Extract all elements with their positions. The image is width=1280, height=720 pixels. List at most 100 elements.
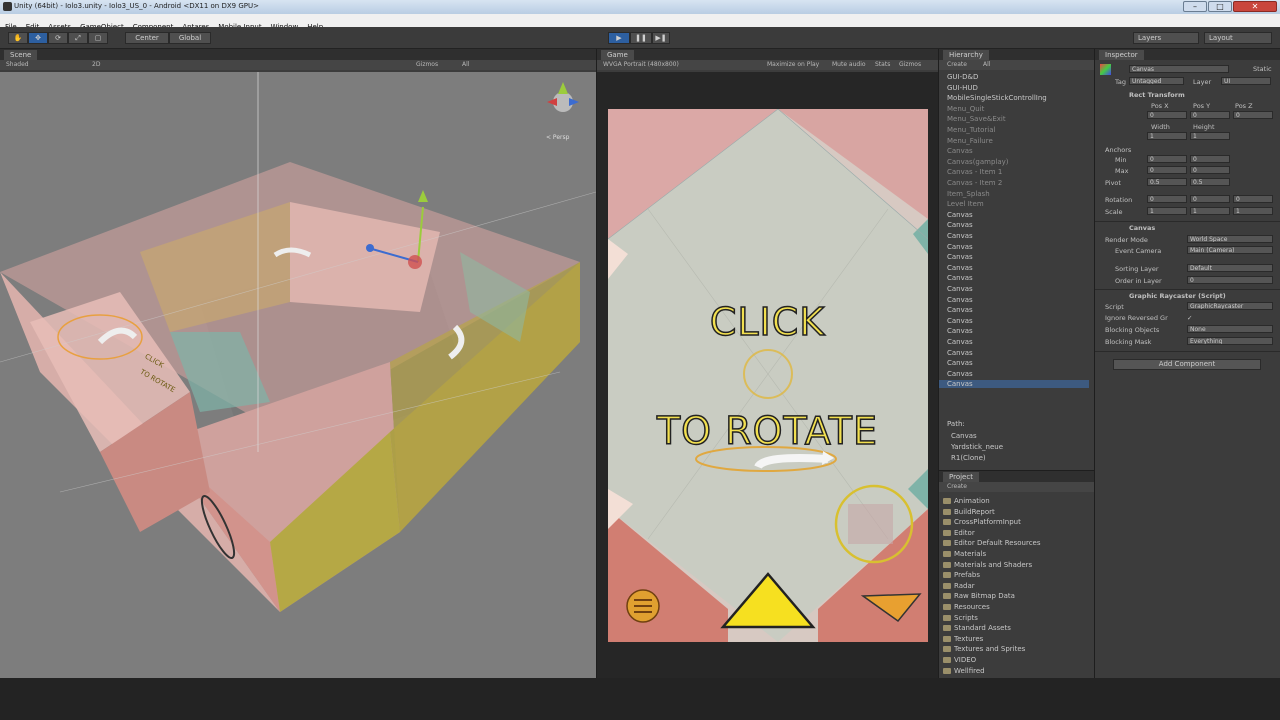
rotation-y-field[interactable]: 0 [1190, 195, 1230, 203]
persp-label[interactable]: < Persp [546, 134, 569, 141]
rect-transform-header[interactable]: Rect Transform [1129, 91, 1185, 99]
pivot-y-field[interactable]: 0.5 [1190, 178, 1230, 186]
maximize-button[interactable]: □ [1208, 1, 1232, 12]
tab-inspector[interactable]: Inspector [1099, 50, 1144, 60]
min-x-field[interactable]: 0 [1147, 155, 1187, 163]
project-folder[interactable]: Editor Default Resources [943, 539, 1041, 547]
hierarchy-item[interactable]: Canvas [947, 274, 973, 282]
project-folder[interactable]: Resources [943, 603, 990, 611]
pivot-global-button[interactable]: Global [169, 32, 211, 44]
hierarchy-item[interactable]: Canvas [947, 370, 973, 378]
hierarchy-item[interactable]: GUI-D&D [947, 73, 978, 81]
project-create-button[interactable]: Create [947, 483, 967, 490]
graphic-raycaster-header[interactable]: Graphic Raycaster (Script) [1129, 292, 1226, 300]
project-folder[interactable]: Raw Bitmap Data [943, 592, 1015, 600]
pause-button[interactable]: ❚❚ [630, 32, 652, 44]
scene-search-input[interactable]: All [462, 61, 469, 68]
hierarchy-item[interactable]: Canvas [947, 264, 973, 272]
width-field[interactable]: 1 [1147, 132, 1187, 140]
2d-toggle[interactable]: 2D [92, 61, 100, 68]
scale-z-field[interactable]: 1 [1233, 207, 1273, 215]
pos-x-field[interactable]: 0 [1147, 111, 1187, 119]
order-in-layer-field[interactable]: 0 [1187, 276, 1273, 284]
hierarchy-create-button[interactable]: Create [947, 61, 967, 68]
project-folder[interactable]: BuildReport [943, 508, 995, 516]
tag-dropdown[interactable]: Untagged [1129, 77, 1184, 85]
tab-project[interactable]: Project [943, 472, 979, 482]
hierarchy-item[interactable]: Canvas - Item 1 [947, 168, 1002, 176]
hierarchy-item[interactable]: Canvas [939, 380, 1089, 389]
project-folder[interactable]: Editor [943, 529, 975, 537]
hierarchy-item[interactable]: Item_Splash [947, 190, 990, 198]
move-tool-icon[interactable]: ✥ [28, 32, 48, 44]
hierarchy-item[interactable]: Canvas [947, 306, 973, 314]
up-arrow-button[interactable] [720, 572, 815, 630]
blocking-mask-dropdown[interactable]: Everything [1187, 337, 1273, 345]
hierarchy-item[interactable]: MobileSingleStickControllIng [947, 94, 1047, 102]
add-component-button[interactable]: Add Component [1113, 359, 1261, 370]
hierarchy-item[interactable]: Canvas(gamplay) [947, 158, 1009, 166]
rotate-tool-icon[interactable]: ⟳ [48, 32, 68, 44]
pos-z-field[interactable]: 0 [1233, 111, 1273, 119]
tab-game[interactable]: Game [601, 50, 634, 60]
anchors-foldout[interactable]: Anchors [1105, 146, 1131, 154]
hand-tool-icon[interactable]: ✋ [8, 32, 28, 44]
max-x-field[interactable]: 0 [1147, 166, 1187, 174]
step-button[interactable]: ▶❚ [652, 32, 670, 44]
scene-view[interactable]: CLICK TO ROTATE < Persp [0, 72, 596, 678]
close-button[interactable]: ✕ [1233, 1, 1277, 12]
project-folder[interactable]: CrossPlatformInput [943, 518, 1021, 526]
hierarchy-item[interactable]: Canvas [947, 221, 973, 229]
stats-toggle[interactable]: Stats [875, 61, 890, 68]
hierarchy-item[interactable]: Menu_Save&Exit [947, 115, 1006, 123]
project-folder[interactable]: VIDEO [943, 656, 976, 664]
project-folder[interactable]: Standard Assets [943, 624, 1011, 632]
min-y-field[interactable]: 0 [1190, 155, 1230, 163]
down-right-arrow-button[interactable] [860, 590, 920, 620]
project-folder[interactable]: Prefabs [943, 571, 980, 579]
layers-dropdown[interactable]: Layers [1133, 32, 1199, 44]
hierarchy-item[interactable]: Canvas [947, 327, 973, 335]
game-gizmos-dropdown[interactable]: Gizmos [899, 61, 921, 68]
hierarchy-item[interactable]: Menu_Failure [947, 137, 993, 145]
canvas-component-header[interactable]: Canvas [1129, 224, 1155, 232]
project-folder[interactable]: Textures and Sprites [943, 645, 1025, 653]
project-folder[interactable]: Textures [943, 635, 983, 643]
blocking-objects-dropdown[interactable]: None [1187, 325, 1273, 333]
event-camera-field[interactable]: Main (Camera) [1187, 246, 1273, 254]
max-y-field[interactable]: 0 [1190, 166, 1230, 174]
sorting-layer-dropdown[interactable]: Default [1187, 264, 1273, 272]
ignore-reversed-checkbox[interactable]: ✓ [1187, 314, 1192, 322]
shading-dropdown[interactable]: Shaded [6, 61, 29, 68]
project-folder[interactable]: Materials and Shaders [943, 561, 1032, 569]
hierarchy-item[interactable]: Canvas [947, 338, 973, 346]
layout-dropdown[interactable]: Layout [1204, 32, 1272, 44]
mute-audio-toggle[interactable]: Mute audio [832, 61, 866, 68]
game-view[interactable]: CLICK TO ROTATE [597, 72, 938, 678]
height-field[interactable]: 1 [1190, 132, 1230, 140]
rotation-z-field[interactable]: 0 [1233, 195, 1273, 203]
rotation-x-field[interactable]: 0 [1147, 195, 1187, 203]
hierarchy-item[interactable]: Menu_Tutorial [947, 126, 995, 134]
pivot-center-button[interactable]: Center [125, 32, 169, 44]
menu-hamburger-icon[interactable] [627, 590, 659, 622]
project-folder[interactable]: Radar [943, 582, 975, 590]
hierarchy-item[interactable]: Canvas [947, 317, 973, 325]
hierarchy-search-input[interactable]: All [983, 61, 990, 68]
scale-x-field[interactable]: 1 [1147, 207, 1187, 215]
minimize-button[interactable]: – [1183, 1, 1207, 12]
scale-y-field[interactable]: 1 [1190, 207, 1230, 215]
tab-scene[interactable]: Scene [4, 50, 38, 60]
project-folder[interactable]: Animation [943, 497, 990, 505]
hierarchy-item[interactable]: Canvas [947, 349, 973, 357]
maximize-on-play-toggle[interactable]: Maximize on Play [767, 61, 819, 68]
static-checkbox[interactable]: Static [1253, 65, 1272, 73]
hierarchy-item[interactable]: Canvas [947, 296, 973, 304]
layer-dropdown[interactable]: UI [1221, 77, 1271, 85]
hierarchy-item[interactable]: Level Item [947, 200, 984, 208]
hierarchy-item[interactable]: Canvas [947, 243, 973, 251]
hierarchy-item[interactable]: Canvas [947, 253, 973, 261]
scene-gizmos-dropdown[interactable]: Gizmos [416, 61, 438, 68]
project-folder[interactable]: Materials [943, 550, 986, 558]
render-mode-dropdown[interactable]: World Space [1187, 235, 1273, 243]
